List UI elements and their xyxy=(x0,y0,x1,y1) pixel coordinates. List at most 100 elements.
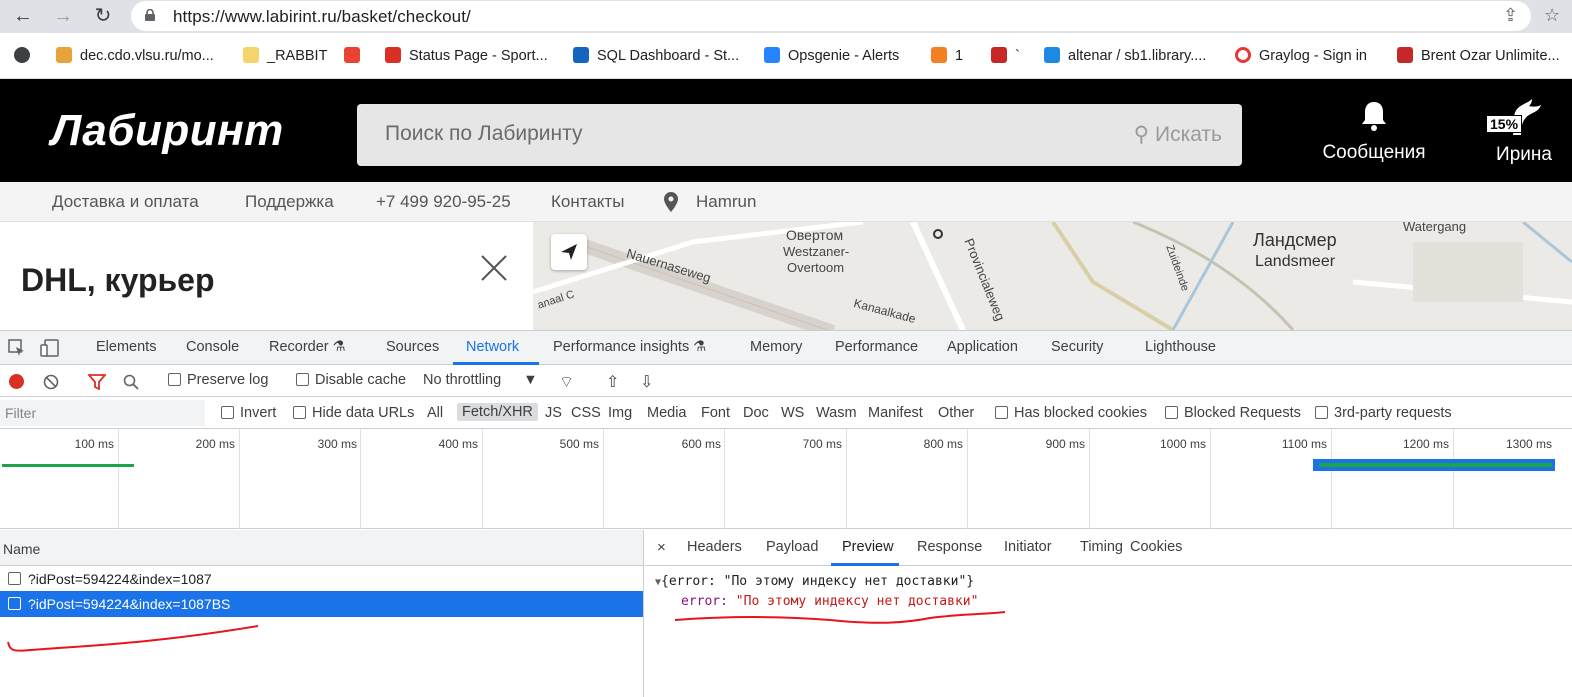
filter-input[interactable]: Filter xyxy=(0,400,205,426)
details-tabs: × Headers Payload Preview Response Initi… xyxy=(645,530,1572,566)
bookmark-item[interactable]: Brent Ozar Unlimite... xyxy=(1397,47,1560,64)
share-icon[interactable]: ⇪ xyxy=(1503,5,1518,26)
bell-icon xyxy=(1362,102,1386,131)
tab-performance-insights[interactable]: Performance insights ⚗ xyxy=(553,339,706,355)
record-icon[interactable] xyxy=(9,374,24,389)
timeline-tick: 700 ms xyxy=(802,437,842,451)
hide-data-urls-checkbox[interactable]: Hide data URLs xyxy=(293,405,414,421)
column-name-header[interactable]: Name xyxy=(0,530,643,566)
bookmark-item[interactable]: Opsgenie - Alerts xyxy=(764,47,899,64)
timeline-tick: 600 ms xyxy=(681,437,721,451)
forward-icon[interactable]: → xyxy=(51,5,75,27)
opsgenie-icon xyxy=(764,47,780,63)
import-har-icon[interactable]: ⇧ xyxy=(606,372,619,392)
inspect-element-icon[interactable] xyxy=(8,339,26,357)
filter-type-wasm[interactable]: Wasm xyxy=(816,405,857,421)
blocked-requests-checkbox[interactable]: Blocked Requests xyxy=(1165,405,1301,421)
tab-application[interactable]: Application xyxy=(947,339,1018,355)
filter-type-img[interactable]: Img xyxy=(608,405,632,421)
table-row[interactable]: ?idPost=594224&index=1087BS xyxy=(0,591,643,617)
filter-type-manifest[interactable]: Manifest xyxy=(868,405,923,421)
filter-type-doc[interactable]: Doc xyxy=(743,405,769,421)
bookmark-item[interactable]: altenar / sb1.library.... xyxy=(1044,47,1206,64)
nav-contacts-link[interactable]: Контакты xyxy=(551,192,624,212)
browser-toolbar: ← → ↻ https://www.labirint.ru/basket/che… xyxy=(0,0,1572,33)
address-bar[interactable]: https://www.labirint.ru/basket/checkout/ xyxy=(131,1,1531,31)
bookmark-item[interactable]: ` xyxy=(991,47,1020,64)
timeline-tick: 900 ms xyxy=(1045,437,1085,451)
nav-support-link[interactable]: Поддержка xyxy=(245,192,334,212)
tab-elements[interactable]: Elements xyxy=(96,339,156,355)
invert-checkbox[interactable]: Invert xyxy=(221,405,276,421)
search-button[interactable]: ⚲ Искать xyxy=(1134,122,1222,147)
tab-recorder[interactable]: Recorder ⚗ xyxy=(269,339,346,355)
user-profile-button[interactable]: 15% Ирина xyxy=(1484,97,1564,166)
flask-icon: ⚗ xyxy=(693,339,707,355)
filter-icon[interactable] xyxy=(88,374,106,390)
preserve-log-checkbox[interactable]: Preserve log xyxy=(168,372,268,388)
tab-network[interactable]: Network xyxy=(466,339,519,355)
timeline-tick: 1000 ms xyxy=(1159,437,1206,451)
tab-console[interactable]: Console xyxy=(186,339,239,355)
export-har-icon[interactable]: ⇩ xyxy=(640,372,653,392)
bookmark-item[interactable]: Status Page - Sport... xyxy=(385,47,548,64)
tab-memory[interactable]: Memory xyxy=(750,339,802,355)
filter-type-other[interactable]: Other xyxy=(938,405,974,421)
filter-type-font[interactable]: Font xyxy=(701,405,730,421)
network-timeline[interactable]: 100 ms 200 ms 300 ms 400 ms 500 ms 600 m… xyxy=(0,429,1572,529)
tab-response[interactable]: Response xyxy=(917,539,982,555)
reload-icon[interactable]: ↻ xyxy=(91,5,115,27)
tab-cookies[interactable]: Cookies xyxy=(1130,539,1182,555)
annotation-underline xyxy=(674,611,1006,624)
timeline-tick: 1300 ms xyxy=(1505,437,1552,451)
locate-me-button[interactable] xyxy=(551,234,587,270)
filter-type-fetch-xhr[interactable]: Fetch/XHR xyxy=(457,403,538,421)
messages-button[interactable]: Сообщения xyxy=(1319,99,1429,164)
filter-type-ws[interactable]: WS xyxy=(781,405,804,421)
bookmark-item[interactable]: dec.cdo.vlsu.ru/mo... xyxy=(56,47,214,64)
network-conditions-icon[interactable]: ⌔ xyxy=(559,372,574,392)
table-row[interactable]: ?idPost=594224&index=1087 xyxy=(0,566,643,592)
tab-preview[interactable]: Preview xyxy=(842,539,894,555)
network-toolbar: Preserve log Disable cache No throttling… xyxy=(0,365,1572,397)
bookmark-item[interactable]: 1 xyxy=(931,47,963,64)
tab-headers[interactable]: Headers xyxy=(687,539,742,555)
third-party-requests-checkbox[interactable]: 3rd-party requests xyxy=(1315,405,1452,421)
clear-icon[interactable] xyxy=(43,374,59,390)
throttling-select[interactable]: No throttling ▼ xyxy=(423,372,538,388)
filter-type-media[interactable]: Media xyxy=(647,405,687,421)
bookmark-item[interactable] xyxy=(344,47,368,64)
close-icon[interactable] xyxy=(480,254,508,282)
tab-timing[interactable]: Timing xyxy=(1080,539,1123,555)
bookmark-item[interactable]: SQL Dashboard - St... xyxy=(573,47,739,64)
nav-delivery-link[interactable]: Доставка и оплата xyxy=(52,192,199,212)
nav-phone-link[interactable]: +7 499 920-95-25 xyxy=(376,192,511,212)
bookmark-item[interactable]: _RABBIT xyxy=(243,47,327,64)
search-icon: ⚲ xyxy=(1133,123,1150,146)
map[interactable]: Овертом Westzaner- Overtoom Nauernaseweg… xyxy=(533,222,1572,330)
flask-icon: ⚗ xyxy=(332,339,346,355)
bookmark-item[interactable]: Graylog - Sign in xyxy=(1235,47,1367,64)
close-details-icon[interactable]: × xyxy=(657,539,666,556)
tab-sources[interactable]: Sources xyxy=(386,339,439,355)
filter-type-all[interactable]: All xyxy=(427,405,443,421)
back-icon[interactable]: ← xyxy=(11,5,35,27)
apps-globe-icon[interactable] xyxy=(14,47,38,64)
tab-payload[interactable]: Payload xyxy=(766,539,818,555)
active-preview-tab-indicator xyxy=(831,563,899,566)
search-icon[interactable] xyxy=(123,374,139,390)
filter-type-css[interactable]: CSS xyxy=(571,405,601,421)
tab-security[interactable]: Security xyxy=(1051,339,1103,355)
json-summary[interactable]: ▼{error: "По этому индексу нет доставки"… xyxy=(655,574,974,589)
tab-initiator[interactable]: Initiator xyxy=(1004,539,1052,555)
search-input[interactable]: Поиск по Лабиринту ⚲ Искать xyxy=(357,104,1242,166)
has-blocked-cookies-checkbox[interactable]: Has blocked cookies xyxy=(995,405,1147,421)
site-logo[interactable]: Лабиринт xyxy=(51,106,284,156)
device-toggle-icon[interactable] xyxy=(40,339,60,357)
disable-cache-checkbox[interactable]: Disable cache xyxy=(296,372,406,388)
nav-city-link[interactable]: Hamrun xyxy=(696,192,756,212)
tab-lighthouse[interactable]: Lighthouse xyxy=(1145,339,1216,355)
filter-type-js[interactable]: JS xyxy=(545,405,562,421)
star-icon[interactable]: ☆ xyxy=(1544,5,1560,26)
tab-performance[interactable]: Performance xyxy=(835,339,918,355)
